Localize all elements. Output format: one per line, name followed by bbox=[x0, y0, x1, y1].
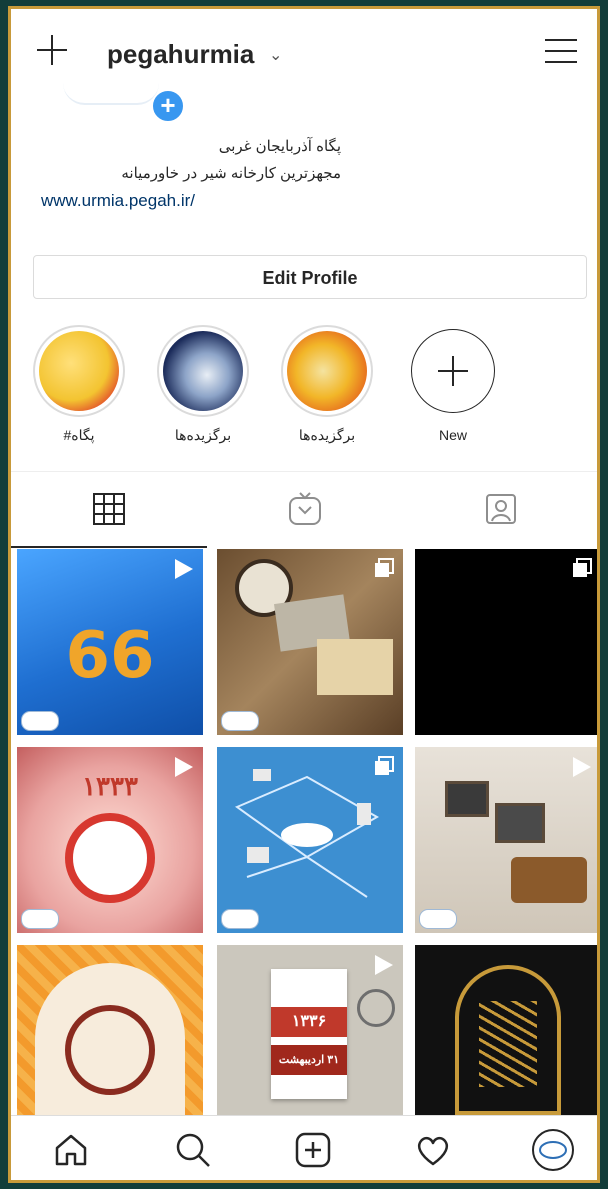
add-story-plus-icon[interactable]: + bbox=[151, 89, 185, 123]
calendar-image: ۱۳۳۶ ۳۱ اردیبهشت bbox=[271, 969, 347, 1099]
plus-icon[interactable] bbox=[411, 329, 495, 413]
menu-hamburger-icon[interactable] bbox=[545, 39, 577, 63]
highlight-selected-1[interactable]: برگزیده‌ها bbox=[153, 325, 253, 444]
post-tile[interactable] bbox=[415, 549, 597, 735]
calligraphy-text-image bbox=[479, 1001, 537, 1087]
post-tile[interactable]: 66 bbox=[17, 549, 203, 735]
bio-line-1: پگاه آذربایجان غربی bbox=[218, 138, 341, 155]
frame-image bbox=[495, 803, 545, 843]
grid-icon bbox=[93, 493, 125, 525]
tagged-icon bbox=[486, 494, 516, 524]
igtv-icon bbox=[289, 492, 321, 525]
highlight-pegah[interactable]: #پگاه bbox=[29, 325, 129, 444]
tab-tagged[interactable] bbox=[403, 472, 597, 546]
account-username[interactable]: pegahurmia bbox=[107, 39, 254, 70]
post-tile[interactable]: ۱۳۳۶ ۳۱ اردیبهشت bbox=[217, 945, 403, 1131]
calendar-year: ۱۳۳۶ bbox=[271, 1007, 347, 1037]
highlight-new[interactable]: New bbox=[403, 325, 503, 443]
post-tile[interactable] bbox=[415, 747, 597, 933]
home-icon[interactable] bbox=[51, 1130, 91, 1170]
highlight-label: برگزیده‌ها bbox=[174, 427, 232, 443]
highlight-thumbnail bbox=[163, 331, 243, 411]
website-link[interactable]: www.urmia.pegah.ir/ bbox=[41, 191, 195, 210]
play-icon bbox=[171, 557, 195, 586]
profile-bio: پگاه آذربایجان غربی مجهزترین کارخانه شیر… bbox=[41, 133, 341, 215]
top-bar: pegahurmia ⌄ bbox=[11, 9, 597, 89]
pegah-logo bbox=[21, 909, 59, 929]
pegah-logo bbox=[419, 909, 457, 929]
activity-heart-icon[interactable] bbox=[413, 1130, 453, 1170]
play-icon bbox=[569, 755, 593, 784]
profile-avatar-icon[interactable] bbox=[531, 1128, 575, 1172]
profile-tabs bbox=[11, 471, 597, 548]
edit-profile-button[interactable]: Edit Profile bbox=[33, 255, 587, 299]
post-tile[interactable] bbox=[217, 549, 403, 735]
bio-line-2: مجهزترین کارخانه شیر در خاورمیانه bbox=[121, 165, 341, 182]
highlight-label: برگزیده‌ها bbox=[298, 427, 356, 443]
frame-image bbox=[445, 781, 489, 817]
pegah-logo bbox=[21, 711, 59, 731]
search-icon[interactable] bbox=[173, 1130, 213, 1170]
pegah-logo bbox=[221, 711, 259, 731]
tab-igtv[interactable] bbox=[207, 472, 403, 546]
multiple-posts-icon bbox=[571, 557, 593, 584]
post-tile[interactable] bbox=[17, 945, 203, 1131]
highlight-label: New bbox=[438, 427, 467, 443]
profile-avatar[interactable] bbox=[63, 83, 159, 105]
highlight-selected-2[interactable]: برگزیده‌ها bbox=[277, 325, 377, 444]
highlight-thumbnail bbox=[39, 331, 119, 411]
story-highlights: #پگاه برگزیده‌ها برگزیده‌ها New bbox=[11, 325, 597, 455]
app-frame: pegahurmia ⌄ + پگاه آذربایجان غربی مجهزت… bbox=[8, 6, 600, 1183]
create-icon[interactable] bbox=[293, 1130, 333, 1170]
radio-image bbox=[511, 857, 587, 903]
pegah-logo bbox=[221, 909, 259, 929]
post-tile[interactable] bbox=[217, 747, 403, 933]
play-icon bbox=[171, 755, 195, 784]
multiple-posts-icon bbox=[373, 557, 395, 584]
post-caption: 66 bbox=[65, 619, 155, 693]
calendar-date: ۳۱ اردیبهشت bbox=[271, 1045, 347, 1075]
highlight-thumbnail bbox=[287, 331, 367, 411]
calligraphy-ornament bbox=[65, 1005, 155, 1095]
bottom-navigation bbox=[11, 1115, 597, 1180]
envelope-image bbox=[317, 639, 393, 695]
post-tile[interactable] bbox=[415, 945, 597, 1131]
tab-grid[interactable] bbox=[11, 472, 207, 548]
magnifier-image bbox=[357, 989, 395, 1027]
highlight-label: #پگاه bbox=[63, 427, 95, 443]
new-post-plus-icon[interactable] bbox=[35, 33, 69, 67]
post-tile[interactable]: ۱۳۳۳ bbox=[17, 747, 203, 933]
play-icon bbox=[371, 953, 395, 982]
multiple-posts-icon bbox=[373, 755, 395, 782]
alarm-clock-icon bbox=[65, 813, 155, 903]
chevron-down-icon[interactable]: ⌄ bbox=[269, 45, 282, 65]
